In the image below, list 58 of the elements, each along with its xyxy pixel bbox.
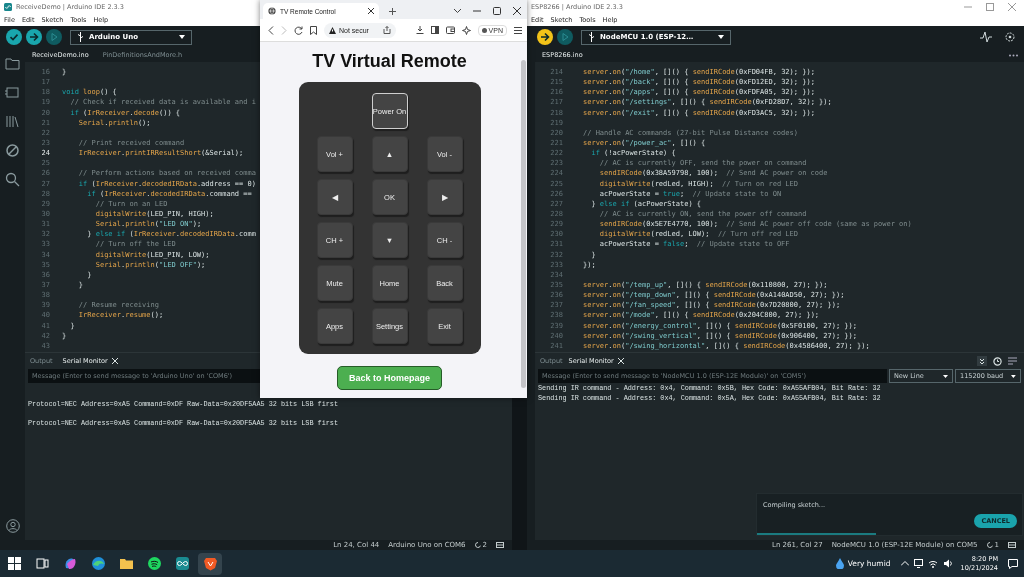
page-heading: TV Virtual Remote <box>312 51 467 72</box>
folder-icon <box>118 556 134 571</box>
monitor-icon[interactable] <box>913 559 923 568</box>
infinity-icon <box>174 556 190 571</box>
usb-icon <box>588 32 595 42</box>
bookmark-icon[interactable] <box>310 25 317 35</box>
caret-icon <box>179 35 185 39</box>
bell-icon <box>986 542 993 548</box>
usb-icon <box>77 32 84 42</box>
search-icon[interactable] <box>5 172 20 187</box>
serial-monitor-icon[interactable] <box>1004 31 1016 43</box>
autoscroll-chevron-icon[interactable] <box>977 356 987 366</box>
more-options-icon[interactable] <box>1009 53 1018 57</box>
droplet-icon <box>835 558 844 569</box>
upload-arrow-icon[interactable] <box>26 29 42 45</box>
warning-icon <box>329 26 336 34</box>
new-tab-plus-icon[interactable] <box>389 7 396 15</box>
chevron-down-icon[interactable] <box>454 9 461 13</box>
panel-layout-icon[interactable] <box>496 542 504 548</box>
account-icon[interactable] <box>5 519 20 533</box>
wallet-icon[interactable] <box>445 26 455 34</box>
stacked-windows-icon <box>34 556 50 571</box>
close-icon[interactable] <box>513 7 521 15</box>
sidebar-icon[interactable] <box>430 26 439 34</box>
wifi-icon[interactable] <box>927 559 938 568</box>
caret-icon <box>718 35 724 39</box>
speaker-icon[interactable] <box>942 559 953 568</box>
bell-icon <box>474 542 481 548</box>
wave-circle-icon <box>90 556 106 571</box>
chevron-up-icon[interactable] <box>900 561 909 566</box>
sparkle-icon[interactable] <box>461 25 471 35</box>
close-icon[interactable] <box>368 8 374 14</box>
serial-plotter-icon[interactable] <box>980 31 992 43</box>
upload-arrow-icon[interactable] <box>537 29 553 45</box>
debug-play-icon[interactable] <box>557 29 573 45</box>
menu-icon[interactable] <box>514 26 522 34</box>
board-icon[interactable] <box>5 85 20 100</box>
caret-icon <box>1011 374 1016 378</box>
globe-icon <box>268 7 276 15</box>
library-icon[interactable] <box>5 114 20 129</box>
debug-icon[interactable] <box>5 143 20 158</box>
sound-waves-circle-icon <box>146 556 162 571</box>
minimize-icon[interactable] <box>473 7 481 15</box>
clear-output-icon[interactable] <box>1008 356 1017 366</box>
shield-dot-icon <box>481 27 487 33</box>
panel-layout-icon[interactable] <box>1008 542 1016 548</box>
four-squares-icon <box>6 556 22 571</box>
reload-icon[interactable] <box>294 25 303 35</box>
folder-icon[interactable] <box>5 56 20 71</box>
chat-bubble-icon[interactable] <box>1008 558 1018 569</box>
timestamp-clock-icon[interactable] <box>993 356 1002 366</box>
verify-checkmark-icon[interactable] <box>6 29 22 45</box>
debug-play-icon[interactable] <box>46 29 62 45</box>
share-icon[interactable] <box>383 26 391 34</box>
caret-icon <box>943 374 948 378</box>
maximize-icon[interactable] <box>493 7 501 15</box>
download-icon[interactable] <box>415 26 424 34</box>
shield-icon <box>202 556 218 571</box>
